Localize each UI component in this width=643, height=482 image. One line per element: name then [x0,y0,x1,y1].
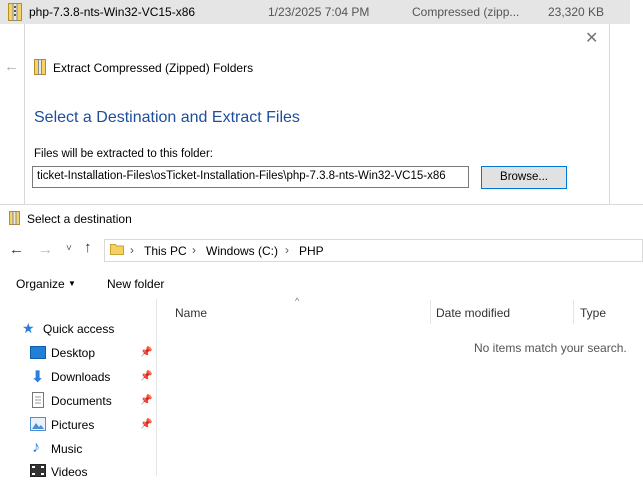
nav-item-label: Music [51,442,83,456]
up-arrow-icon[interactable]: ↑ [84,239,92,256]
download-icon: ⬇ [31,369,45,386]
star-icon: ★ [22,320,35,336]
nav-item-label: Downloads [51,370,111,384]
nav-item-pictures[interactable]: Pictures 📌 [30,415,156,435]
column-separator[interactable] [573,300,574,324]
breadcrumb-php[interactable]: PHP [299,244,324,258]
zip-folder-icon [8,3,22,21]
column-header-type[interactable]: Type [580,306,606,320]
new-folder-button[interactable]: New folder [107,277,164,291]
chevron-down-icon[interactable]: ▼ [68,279,76,288]
file-type: Compressed (zipp... [412,5,520,19]
divider [0,204,643,205]
chevron-down-icon[interactable]: ˅ [66,243,72,254]
selected-file-row[interactable]: php-7.3.8-nts-Win32-VC15-x86 1/23/2025 7… [0,0,630,24]
nav-item-desktop[interactable]: Desktop 📌 [30,343,156,363]
chevron-right-icon[interactable]: › [130,243,134,257]
pin-icon[interactable]: 📌 [140,347,152,358]
back-arrow-icon[interactable]: ← [9,241,24,258]
organize-button[interactable]: Organize [16,277,65,291]
folder-icon [110,244,124,255]
back-arrow-icon[interactable]: ← [4,58,19,75]
column-header-date-modified[interactable]: Date modified [436,306,510,320]
column-header-name[interactable]: Name [175,306,207,320]
nav-item-label: Documents [51,394,112,408]
dialog-title: Select a destination [27,212,132,226]
desktop-icon [30,346,46,359]
chevron-right-icon[interactable]: › [192,243,196,257]
column-separator[interactable] [430,300,431,324]
wizard-heading: Select a Destination and Extract Files [34,109,300,126]
breadcrumb-windows-c[interactable]: Windows (C:) [206,244,278,258]
wizard-title: Extract Compressed (Zipped) Folders [53,61,254,75]
zip-folder-icon [9,211,20,225]
destination-path-input[interactable]: ticket-Installation-Files\osTicket-Insta… [32,166,469,188]
nav-item-label: Desktop [51,346,96,360]
nav-item-label: Quick access [43,322,115,336]
nav-item-label: Videos [51,465,88,479]
nav-item-downloads[interactable]: ⬇ Downloads 📌 [30,367,156,387]
video-icon [30,464,46,477]
nav-item-label: Pictures [51,418,95,432]
pictures-icon [30,417,46,431]
pin-icon[interactable]: 📌 [140,395,152,406]
music-note-icon: ♪ [32,439,40,456]
zip-folder-icon [34,59,46,75]
destination-path-value: ticket-Installation-Files\osTicket-Insta… [37,170,446,182]
nav-item-videos[interactable]: Videos [30,462,156,482]
close-icon[interactable]: ✕ [585,28,598,48]
browse-button[interactable]: Browse... [481,166,567,189]
chevron-right-icon[interactable]: › [285,243,289,257]
nav-item-quick-access[interactable]: ★ Quick access [22,319,156,339]
forward-arrow-icon[interactable]: → [38,241,53,258]
file-size: 23,320 KB [548,5,605,19]
sort-ascending-icon: ^ [295,296,300,306]
pin-icon[interactable]: 📌 [140,371,152,382]
file-date: 1/23/2025 7:04 PM [268,5,370,19]
navigation-pane: ★ Quick access Desktop 📌 ⬇ Downloads 📌 D… [0,299,157,479]
pin-icon[interactable]: 📌 [140,419,152,430]
document-icon [32,392,44,408]
breadcrumb-this-pc[interactable]: This PC [144,244,187,258]
extract-folder-label: Files will be extracted to this folder: [34,148,213,160]
file-name: php-7.3.8-nts-Win32-VC15-x86 [29,5,196,19]
empty-results-message: No items match your search. [474,341,627,355]
nav-item-music[interactable]: ♪ Music [30,439,156,459]
nav-item-documents[interactable]: Documents 📌 [30,391,156,411]
